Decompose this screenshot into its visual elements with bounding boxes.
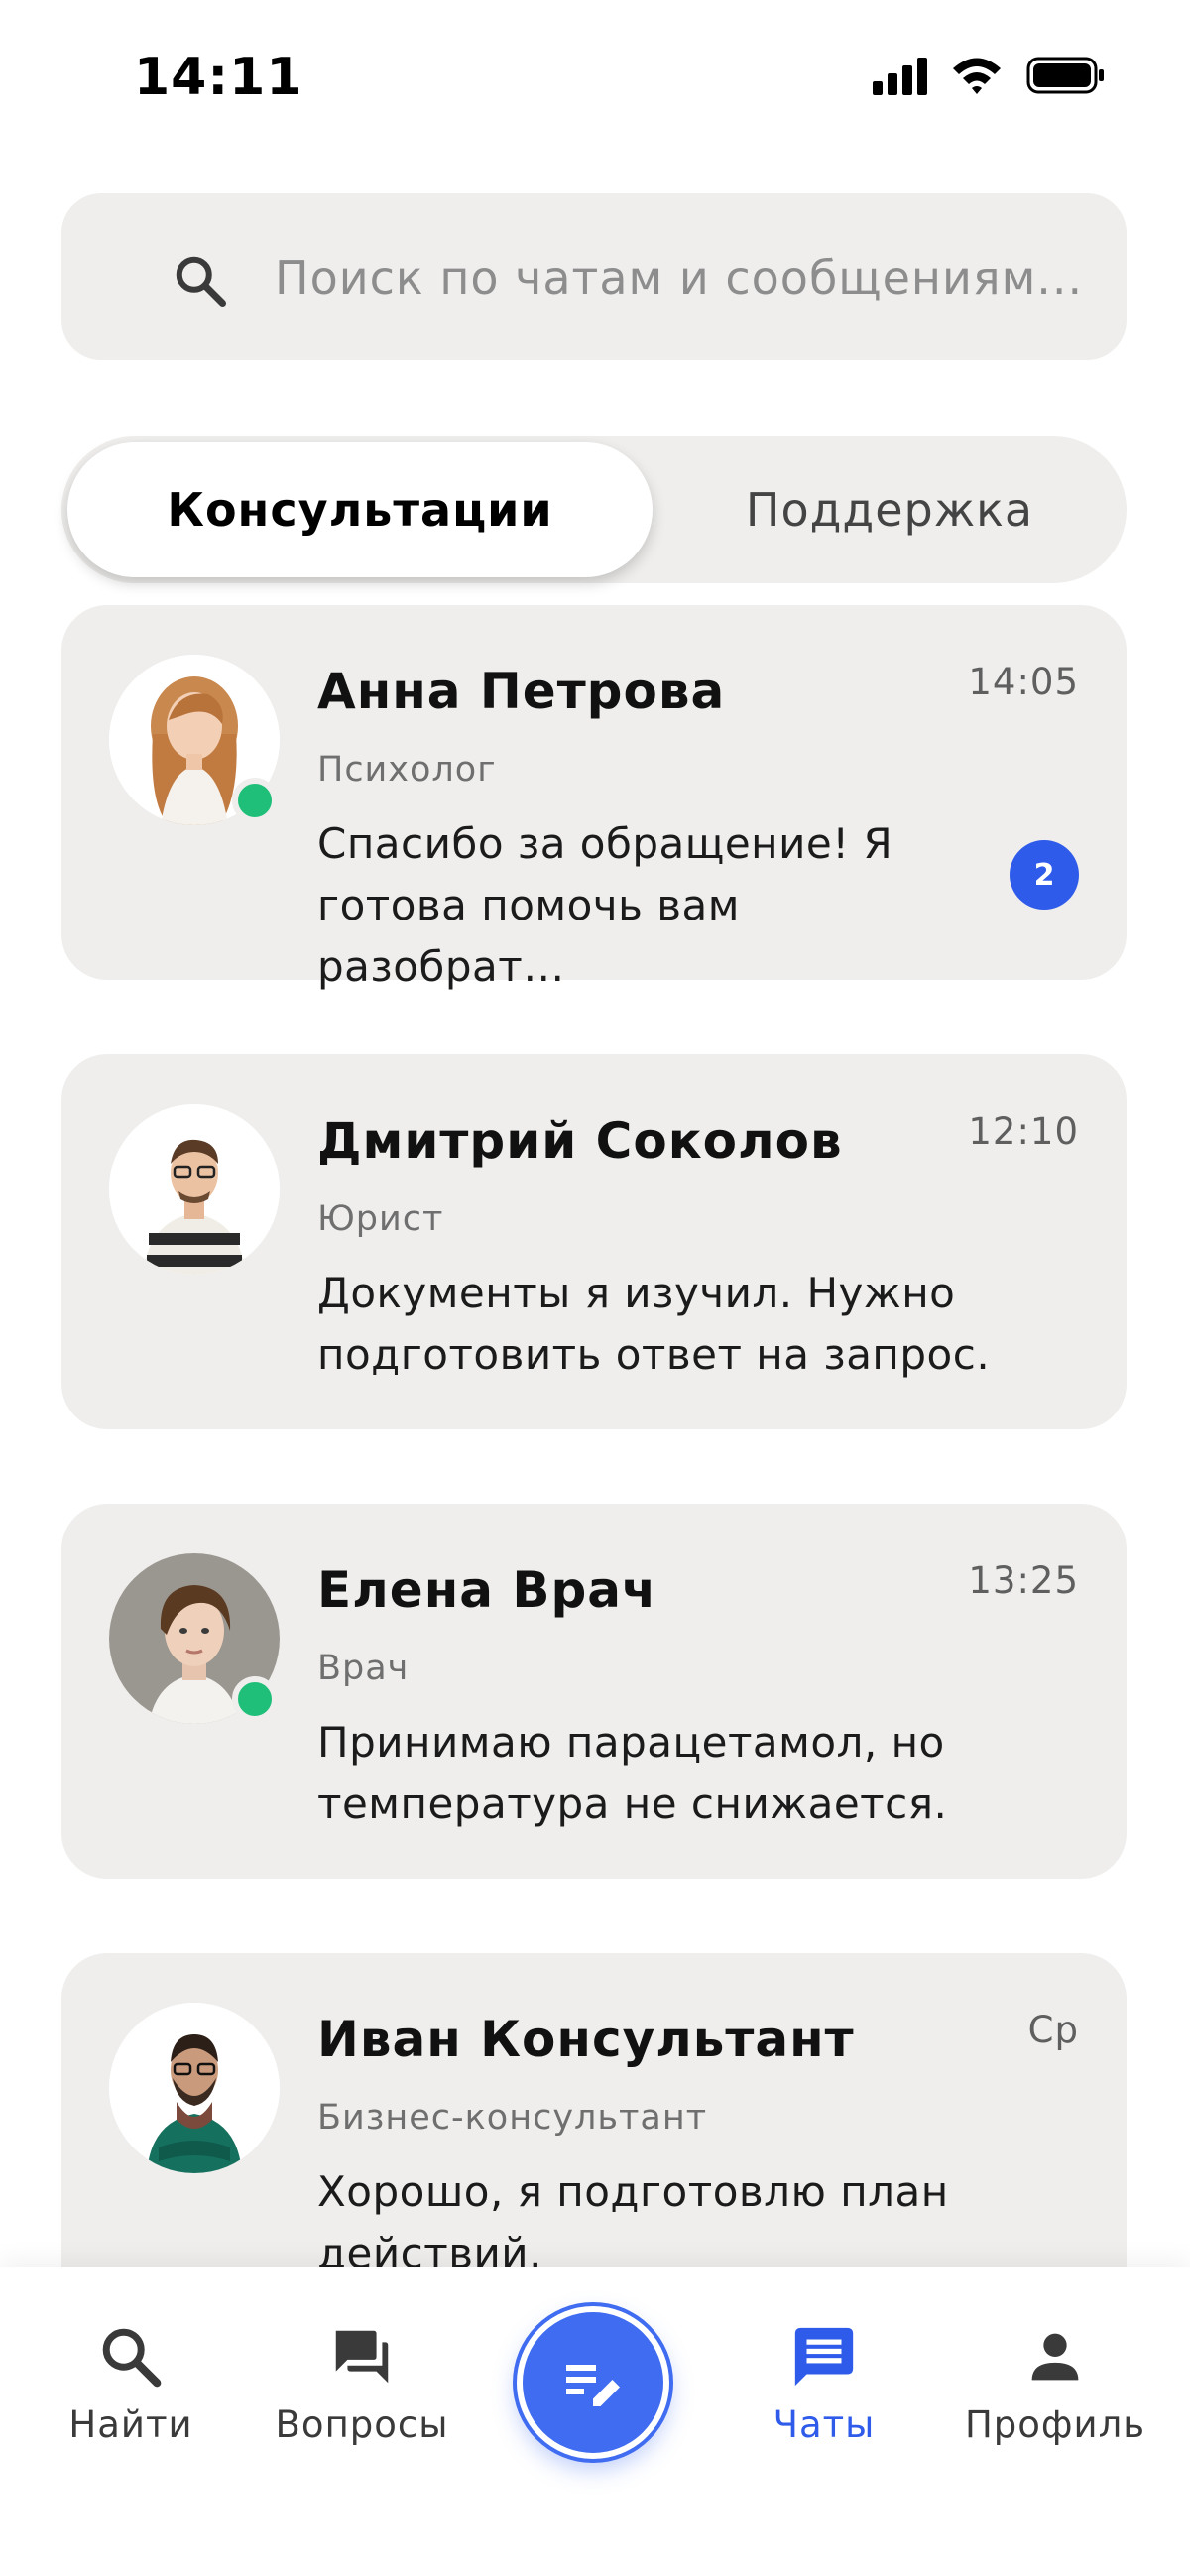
chat-list-item[interactable]: Елена Врач Врач Принимаю парацетамол, но… [61, 1504, 1127, 1879]
cellular-signal-icon [873, 56, 927, 95]
chat-contact-name: Иван Консультант [317, 2011, 855, 2068]
tab-support[interactable]: Поддержка [656, 442, 1123, 577]
chat-contact-name: Анна Петрова [317, 663, 726, 720]
new-chat-button[interactable] [517, 2306, 669, 2459]
chat-timestamp: 14:05 [968, 661, 1079, 703]
battery-icon [1026, 56, 1106, 95]
edit-note-icon [566, 2365, 620, 2406]
chat-list-item[interactable]: Дмитрий Соколов Юрист Документы я изучил… [61, 1054, 1127, 1429]
nav-item-chats[interactable]: Чаты [715, 2322, 933, 2446]
chat-contact-role: Психолог [317, 750, 497, 790]
chat-contact-name: Дмитрий Соколов [317, 1112, 843, 1169]
search-icon [176, 256, 226, 307]
online-status-indicator [232, 778, 278, 823]
avatar [109, 1104, 280, 1275]
nav-item-profile[interactable]: Профиль [946, 2322, 1164, 2446]
nav-item-questions[interactable]: Вопросы [253, 2322, 471, 2446]
nav-label: Найти [68, 2403, 193, 2446]
chats-screen: 14:11 Поиск по чатам и сообщениям... Кон… [0, 0, 1190, 2576]
chat-timestamp: 12:10 [968, 1110, 1079, 1153]
nav-item-search[interactable]: Найти [22, 2322, 240, 2446]
nav-label: Чаты [773, 2403, 876, 2446]
chat-contact-role: Бизнес-консультант [317, 2098, 708, 2138]
chat-contact-name: Елена Врач [317, 1561, 657, 1619]
chat-timestamp: Ср [1027, 2009, 1079, 2051]
status-icons [873, 56, 1106, 95]
person-icon [1031, 2333, 1079, 2381]
status-time: 14:11 [134, 48, 303, 107]
chat-last-message: Спасибо за обращение! Я готова помочь ва… [317, 819, 893, 991]
search-icon [102, 2328, 162, 2388]
nav-label: Вопросы [275, 2403, 449, 2446]
wifi-icon [951, 56, 1003, 95]
unread-count-badge: 2 [1010, 840, 1079, 910]
online-status-indicator [232, 1676, 278, 1722]
status-bar: 14:11 [0, 0, 1190, 149]
chat-contact-role: Врач [317, 1649, 410, 1688]
chat-last-message: Принимаю парацетамол, но температура не … [317, 1718, 948, 1828]
chat-list-item[interactable]: Анна Петрова Психолог Спасибо за обращен… [61, 605, 1127, 991]
bottom-navigation: Найти Вопросы Чаты Профиль [0, 2267, 1190, 2576]
chat-last-message: Документы я изучил. Нужно подготовить от… [317, 1269, 991, 1379]
avatar [109, 2003, 280, 2173]
tab-consultations[interactable]: Консультации [67, 442, 653, 577]
chat-icon [794, 2327, 854, 2387]
search-bar[interactable] [61, 193, 1127, 360]
search-input[interactable] [275, 243, 1098, 312]
forum-icon [335, 2330, 389, 2384]
nav-label: Профиль [964, 2403, 1146, 2446]
chat-contact-role: Юрист [317, 1199, 444, 1239]
chat-category-tabs: Консультации Поддержка [61, 436, 1127, 583]
chat-timestamp: 13:25 [968, 1559, 1079, 1602]
